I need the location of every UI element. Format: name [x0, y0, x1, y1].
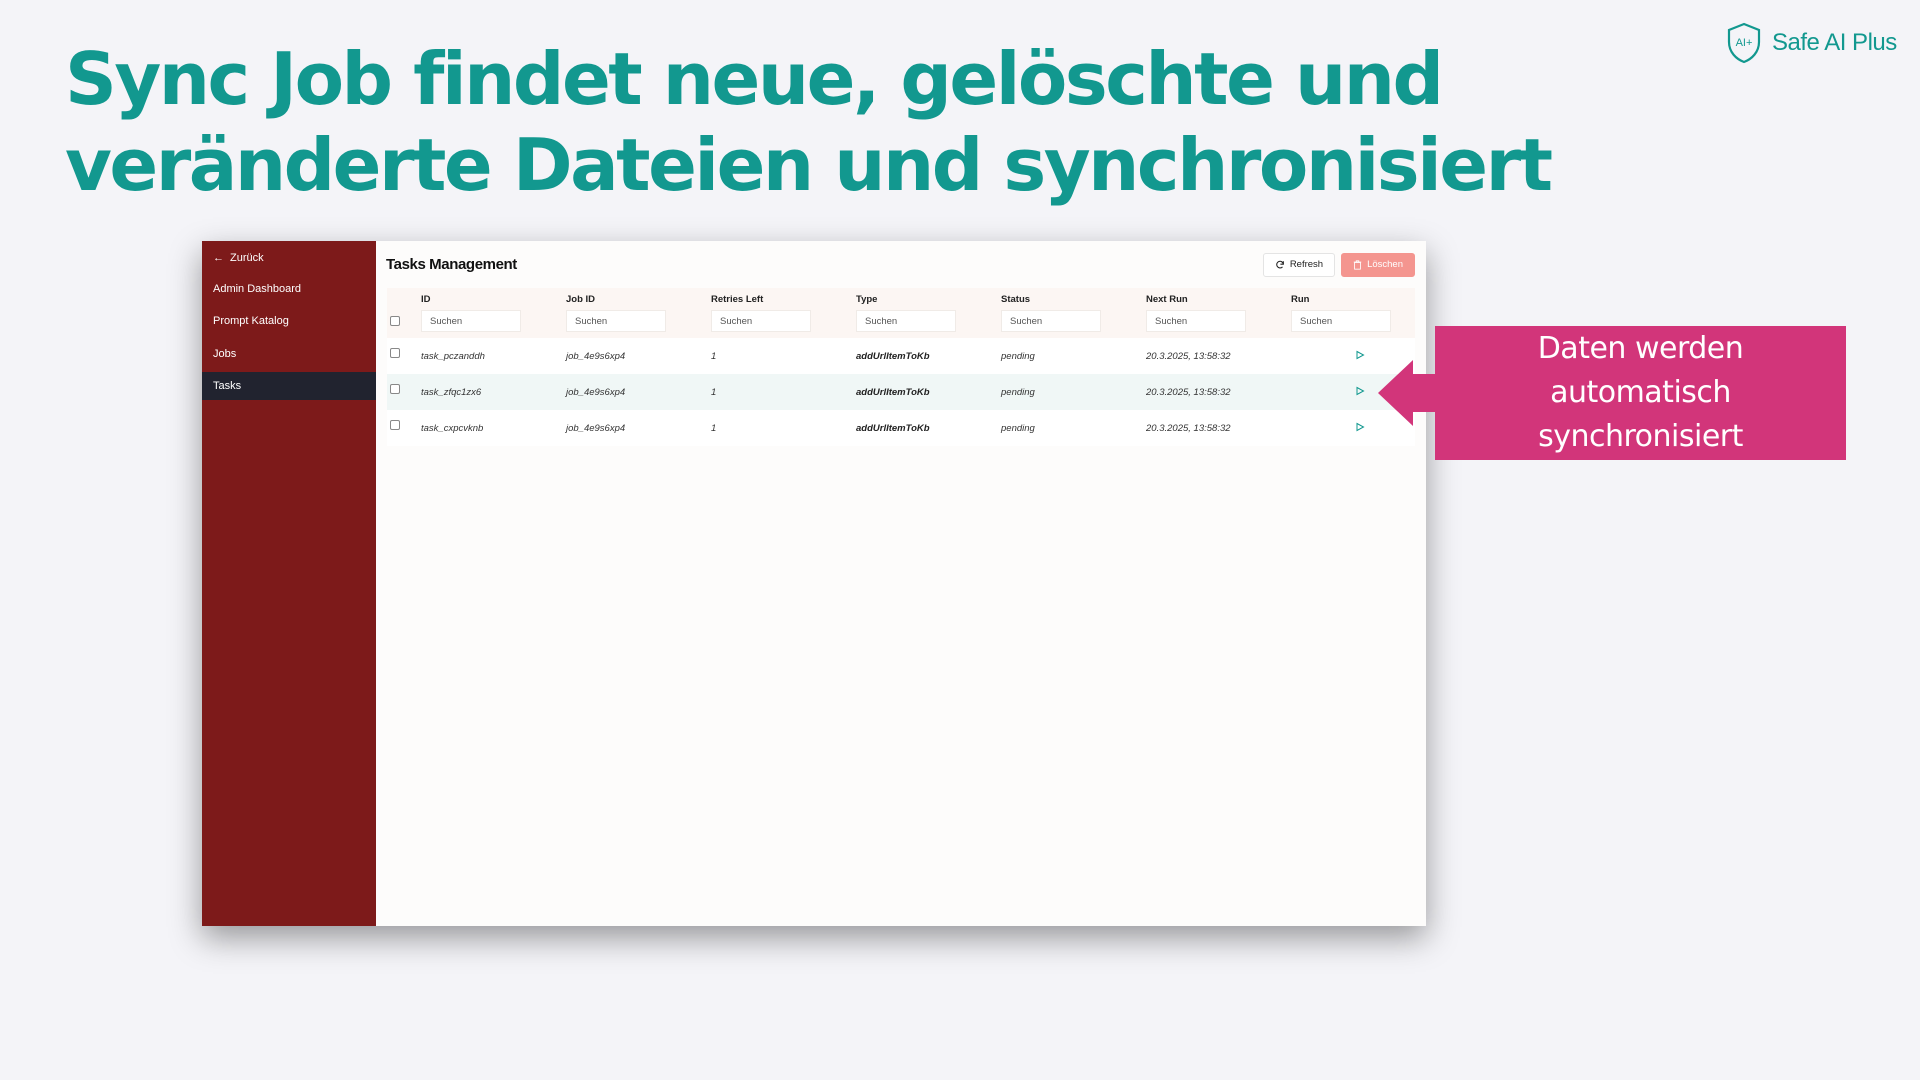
filter-input-type[interactable]	[856, 310, 956, 332]
header-actions: Refresh Löschen	[1262, 252, 1415, 277]
cell-next-run: 20.3.2025, 13:58:32	[1146, 350, 1231, 362]
slide-title: Sync Job findet neue, gelöschte und verä…	[65, 37, 1553, 207]
cell-status: pending	[1001, 350, 1035, 362]
sidebar-item-label: Tasks	[213, 380, 242, 392]
back-label: Zurück	[230, 252, 264, 264]
filter-input-status[interactable]	[1001, 310, 1101, 332]
back-link[interactable]: ← Zurück	[202, 246, 376, 270]
table-row[interactable]: task_pczanddh job_4e9s6xp4 1 addUrlItemT…	[387, 338, 1415, 374]
cell-retries-left: 1	[711, 422, 717, 434]
table-row[interactable]: task_zfqc1zx6 job_4e9s6xp4 1 addUrlItemT…	[387, 374, 1415, 410]
column-header-retries-left: Retries Left	[711, 288, 856, 338]
sidebar-item-tasks[interactable]: Tasks	[202, 372, 376, 400]
column-label: Retries Left	[711, 294, 764, 305]
play-icon[interactable]	[1355, 350, 1365, 360]
filter-input-id[interactable]	[421, 310, 521, 332]
cell-next-run: 20.3.2025, 13:58:32	[1146, 422, 1231, 434]
column-label: ID	[421, 294, 431, 305]
column-label: Job ID	[566, 294, 596, 305]
sidebar-item-admin-dashboard[interactable]: Admin Dashboard	[202, 275, 376, 303]
cell-id: task_cxpcvknb	[421, 422, 484, 434]
sidebar: ← Zurück Admin Dashboard Prompt Katalog …	[202, 241, 376, 926]
column-header-type: Type	[856, 288, 1001, 338]
filter-input-retries-left[interactable]	[711, 310, 811, 332]
cell-job-id: job_4e9s6xp4	[566, 350, 626, 362]
row-checkbox[interactable]	[390, 420, 400, 430]
filter-input-job-id[interactable]	[566, 310, 666, 332]
callout-box: Daten werden automatisch synchronisiert	[1435, 326, 1846, 460]
filter-input-next-run[interactable]	[1146, 310, 1246, 332]
cell-type: addUrlItemToKb	[856, 350, 930, 362]
cell-job-id: job_4e9s6xp4	[566, 386, 626, 398]
sidebar-item-jobs[interactable]: Jobs	[202, 340, 376, 368]
column-header-run: Run	[1291, 288, 1391, 338]
delete-button[interactable]: Löschen	[1341, 252, 1415, 277]
tasks-table: ID Job ID Retries Left Type Status Next …	[387, 288, 1415, 446]
play-icon[interactable]	[1355, 422, 1365, 432]
column-header-job-id: Job ID	[566, 288, 711, 338]
brand-icon-text: AI+	[1736, 37, 1753, 49]
cell-id: task_pczanddh	[421, 350, 485, 362]
shield-logo-icon: AI+	[1727, 22, 1761, 64]
cell-status: pending	[1001, 422, 1035, 434]
sidebar-item-label: Admin Dashboard	[213, 282, 302, 295]
refresh-label: Refresh	[1289, 259, 1324, 270]
table-header-row: ID Job ID Retries Left Type Status Next …	[387, 288, 1415, 338]
cell-retries-left: 1	[711, 386, 717, 398]
cell-status: pending	[1001, 386, 1035, 398]
arrow-left-icon: ←	[213, 252, 224, 264]
callout-arrow	[1378, 360, 1436, 426]
cell-job-id: job_4e9s6xp4	[566, 422, 626, 434]
page-header: Tasks Management Refresh Löschen	[386, 241, 1415, 288]
column-label: Type	[856, 294, 878, 305]
refresh-icon	[1276, 260, 1284, 268]
play-icon[interactable]	[1355, 386, 1365, 396]
cell-id: task_zfqc1zx6	[421, 386, 482, 398]
row-checkbox[interactable]	[390, 384, 400, 394]
filter-input-run[interactable]	[1291, 310, 1391, 332]
column-header-next-run: Next Run	[1146, 288, 1291, 338]
column-header-status: Status	[1001, 288, 1146, 338]
cell-retries-left: 1	[711, 350, 717, 362]
cell-type: addUrlItemToKb	[856, 386, 930, 398]
cell-type: addUrlItemToKb	[856, 422, 930, 434]
column-label: Next Run	[1146, 294, 1188, 305]
brand-logo: AI+ Safe AI Plus	[1726, 22, 1897, 64]
callout-text: Daten werden automatisch synchronisiert	[1537, 331, 1744, 454]
row-checkbox[interactable]	[390, 348, 400, 358]
delete-label: Löschen	[1367, 259, 1403, 270]
app-window: ← Zurück Admin Dashboard Prompt Katalog …	[202, 241, 1426, 926]
sidebar-item-label: Jobs	[213, 347, 237, 360]
sidebar-item-label: Prompt Katalog	[213, 315, 289, 327]
main-content: Tasks Management Refresh Löschen ID Such…	[376, 241, 1426, 926]
column-label: Status	[1001, 294, 1031, 305]
table-row[interactable]: task_cxpcvknb job_4e9s6xp4 1 addUrlItemT…	[387, 410, 1415, 446]
column-label: Run	[1291, 294, 1310, 305]
sidebar-item-prompt-katalog[interactable]: Prompt Katalog	[202, 307, 376, 335]
trash-icon	[1353, 259, 1362, 270]
select-all-checkbox[interactable]	[390, 316, 400, 326]
page-title: Tasks Management	[386, 256, 517, 273]
refresh-button[interactable]: Refresh	[1262, 252, 1336, 277]
brand-name: Safe AI Plus	[1772, 29, 1897, 56]
column-header-id: ID	[421, 288, 566, 338]
cell-next-run: 20.3.2025, 13:58:32	[1146, 386, 1231, 398]
